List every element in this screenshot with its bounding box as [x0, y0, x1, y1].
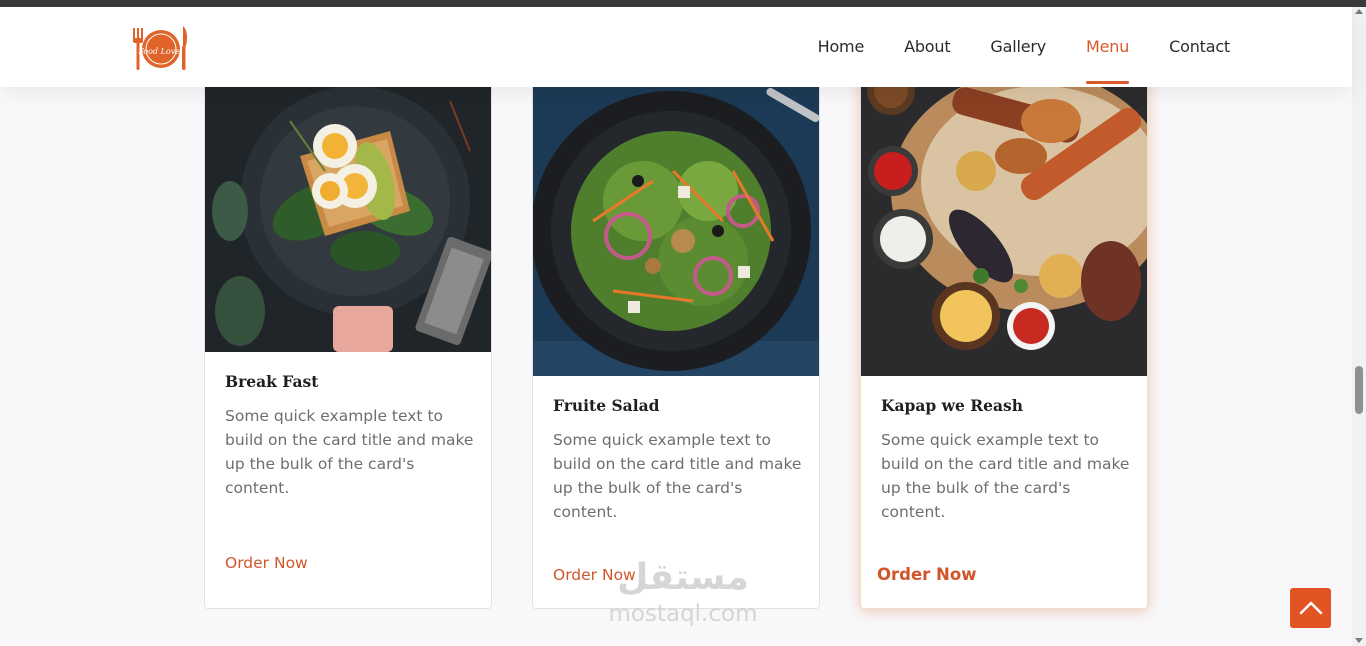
breakfast-image: [205, 61, 491, 352]
card-description: Some quick example text to build on the …: [553, 431, 802, 521]
nav-gallery[interactable]: Gallery: [990, 7, 1046, 87]
order-now-link[interactable]: Order Now: [553, 566, 636, 584]
chevron-up-icon: [1299, 601, 1322, 615]
order-now-link[interactable]: Order Now: [877, 565, 976, 584]
menu-card-kebab: Kapap we Reash Some quick example text t…: [860, 60, 1148, 609]
svg-text:Food Lover: Food Lover: [137, 47, 185, 56]
card-title: Break Fast: [225, 372, 319, 391]
card-title: Kapap we Reash: [881, 396, 1024, 415]
card-title: Fruite Salad: [553, 396, 660, 415]
navbar: Food Lover Home About Gallery Menu Conta…: [0, 7, 1352, 87]
nav-home[interactable]: Home: [818, 7, 865, 87]
nav-about[interactable]: About: [904, 7, 951, 87]
menu-card-salad: Fruite Salad Some quick example text to …: [532, 60, 820, 609]
order-now-link[interactable]: Order Now: [225, 554, 308, 572]
browser-top-strip: [0, 0, 1366, 7]
scroll-up-arrow-icon[interactable]: [1355, 9, 1363, 14]
food-lover-logo[interactable]: Food Lover: [130, 22, 192, 72]
kebab-image: [861, 61, 1147, 376]
page-scrollbar[interactable]: [1352, 7, 1366, 646]
back-to-top-button[interactable]: [1290, 588, 1331, 628]
nav-contact[interactable]: Contact: [1169, 7, 1230, 87]
menu-card-breakfast: Break Fast Some quick example text to bu…: [204, 60, 492, 609]
nav-menu: Home About Gallery Menu Contact: [818, 7, 1230, 87]
nav-menu-active[interactable]: Menu: [1086, 7, 1129, 87]
card-description: Some quick example text to build on the …: [225, 407, 474, 497]
salad-image: [533, 61, 819, 376]
scroll-down-arrow-icon[interactable]: [1355, 638, 1363, 643]
scroll-thumb[interactable]: [1355, 366, 1363, 414]
card-description: Some quick example text to build on the …: [881, 431, 1130, 521]
